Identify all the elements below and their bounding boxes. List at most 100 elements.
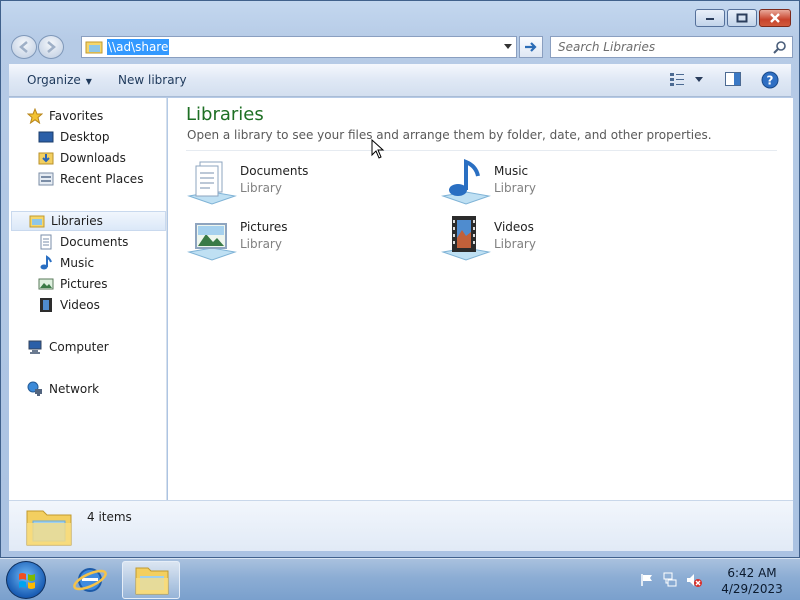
music-note-icon <box>38 255 54 271</box>
view-details-icon <box>670 73 684 86</box>
organize-menu[interactable]: Organize ▼ <box>27 73 92 87</box>
preview-pane-button[interactable] <box>725 72 741 89</box>
go-button[interactable] <box>519 36 543 58</box>
nav-desktop-label: Desktop <box>60 130 110 144</box>
help-icon: ? <box>761 71 779 89</box>
action-center-flag-icon[interactable] <box>640 573 654 587</box>
library-music[interactable]: Music Library <box>440 158 660 208</box>
nav-music[interactable]: Music <box>38 253 94 273</box>
volume-muted-icon[interactable] <box>686 572 702 588</box>
chevron-down-icon <box>695 76 703 82</box>
nav-computer-label: Computer <box>49 340 109 354</box>
film-icon <box>38 297 54 313</box>
nav-downloads-label: Downloads <box>60 151 126 165</box>
arrow-right-icon <box>525 42 537 52</box>
library-videos[interactable]: Videos Library <box>440 214 660 264</box>
documents-library-icon <box>187 161 237 205</box>
command-bar: Organize ▼ New library ? <box>9 64 791 97</box>
search-placeholder[interactable]: Search Libraries <box>558 40 655 54</box>
chevron-down-icon[interactable] <box>504 44 512 49</box>
minimize-icon <box>706 18 714 20</box>
library-videos-name: Videos <box>494 220 534 234</box>
svg-text:?: ? <box>767 74 774 88</box>
nav-downloads[interactable]: Downloads <box>38 148 126 168</box>
minimize-button[interactable] <box>695 9 725 27</box>
nav-documents-label: Documents <box>60 235 129 249</box>
back-button[interactable] <box>11 35 37 59</box>
help-button[interactable]: ? <box>761 71 779 92</box>
clock-time: 6:42 AM <box>727 566 777 580</box>
windows-logo-icon <box>19 573 35 589</box>
organize-label: Organize <box>27 73 81 87</box>
preview-pane-icon <box>725 72 741 86</box>
maximize-button[interactable] <box>727 9 757 27</box>
search-box[interactable]: Search Libraries <box>550 36 793 58</box>
clock[interactable]: 6:42 AM 4/29/2023 <box>712 565 792 597</box>
system-tray <box>640 572 702 588</box>
chevron-down-icon: ▼ <box>85 77 92 86</box>
library-documents-name: Documents <box>240 164 309 178</box>
star-icon <box>27 108 43 124</box>
maximize-icon <box>736 13 748 23</box>
nav-libraries[interactable]: Libraries <box>11 211 166 231</box>
clock-date: 4/29/2023 <box>721 582 783 596</box>
library-videos-kind: Library <box>494 237 536 251</box>
taskbar: 6:42 AM 4/29/2023 <box>0 558 800 600</box>
close-button[interactable] <box>759 9 791 27</box>
internet-explorer-icon <box>73 568 107 592</box>
library-pictures-name: Pictures <box>240 220 288 234</box>
caption-buttons <box>695 9 791 27</box>
libraries-folder-icon <box>26 510 72 546</box>
address-value[interactable]: \\ad\share <box>107 39 170 55</box>
nav-recent-places[interactable]: Recent Places <box>38 169 143 189</box>
nav-desktop[interactable]: Desktop <box>38 127 110 147</box>
nav-libraries-label: Libraries <box>51 214 103 228</box>
change-view-button[interactable] <box>669 72 703 86</box>
search-icon[interactable] <box>773 40 787 54</box>
nav-videos[interactable]: Videos <box>38 295 100 315</box>
address-bar[interactable]: \\ad\share <box>81 36 517 58</box>
new-library-button[interactable]: New library <box>118 73 187 87</box>
network-status-icon[interactable] <box>662 572 678 588</box>
explorer-window: \\ad\share Search Libraries Organize ▼ Ne… <box>0 0 800 558</box>
libraries-folder-icon <box>85 41 103 54</box>
windows-explorer-taskbar-button[interactable] <box>122 561 180 599</box>
libraries-icon <box>29 213 45 229</box>
nav-computer[interactable]: Computer <box>27 337 109 357</box>
navigation-pane: Favorites Desktop Downloads Recent Place… <box>9 98 167 500</box>
forward-arrow-icon <box>47 41 56 53</box>
library-documents-kind: Library <box>240 181 282 195</box>
library-pictures-kind: Library <box>240 237 282 251</box>
back-arrow-icon <box>19 41 28 53</box>
mouse-cursor-icon <box>371 139 385 159</box>
pictures-library-icon <box>187 223 237 261</box>
library-music-name: Music <box>494 164 529 178</box>
folder-icon <box>135 567 169 595</box>
nav-pictures-label: Pictures <box>60 277 108 291</box>
details-pane: 4 items <box>9 500 793 551</box>
nav-favorites[interactable]: Favorites <box>27 106 103 126</box>
downloads-folder-icon <box>38 150 54 166</box>
nav-recent-places-label: Recent Places <box>60 172 144 186</box>
nav-documents[interactable]: Documents <box>38 232 128 252</box>
navigation-row: \\ad\share Search Libraries <box>9 34 793 60</box>
nav-network[interactable]: Network <box>27 379 99 399</box>
nav-pictures[interactable]: Pictures <box>38 274 108 294</box>
desktop-icon <box>38 129 54 145</box>
forward-button[interactable] <box>38 35 64 59</box>
library-documents[interactable]: Documents Library <box>186 158 406 208</box>
computer-icon <box>27 339 43 355</box>
close-icon <box>770 13 780 23</box>
item-count: 4 items <box>87 510 132 524</box>
internet-explorer-taskbar-button[interactable] <box>70 563 110 597</box>
recent-places-icon <box>38 171 54 187</box>
page-title: Libraries <box>186 104 264 125</box>
library-music-kind: Library <box>494 181 536 195</box>
content-pane: Libraries Open a library to see your fil… <box>168 98 793 500</box>
library-pictures[interactable]: Pictures Library <box>186 214 406 264</box>
network-icon <box>27 381 43 397</box>
nav-music-label: Music <box>60 256 95 270</box>
pictures-icon <box>38 276 54 292</box>
start-button[interactable] <box>6 561 46 599</box>
page-subtitle: Open a library to see your files and arr… <box>187 128 712 142</box>
